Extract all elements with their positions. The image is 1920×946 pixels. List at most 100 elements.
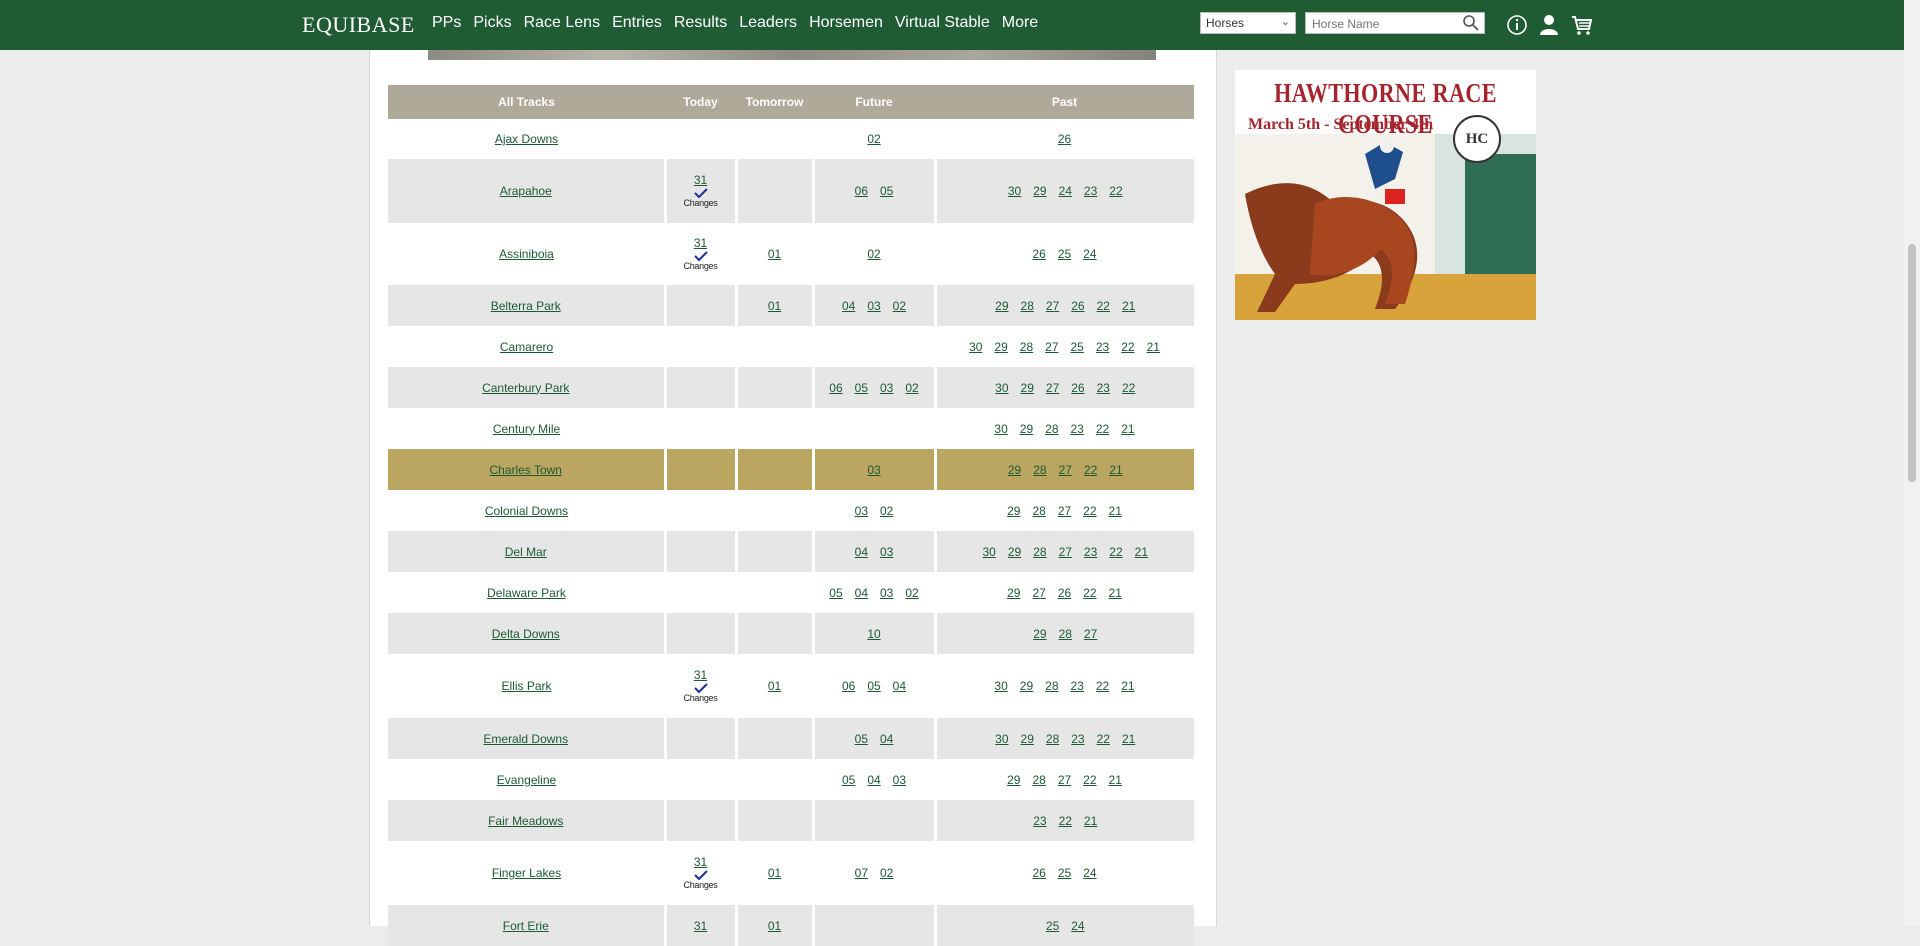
past-date-link[interactable]: 22 [1084,463,1097,477]
past-date-link[interactable]: 30 [994,422,1007,436]
past-date-link[interactable]: 22 [1059,814,1072,828]
past-date-link[interactable]: 27 [1084,627,1097,641]
track-link[interactable]: Fair Meadows [488,814,563,828]
search-icon[interactable] [1462,14,1480,35]
past-date-link[interactable]: 28 [1032,504,1045,518]
future-date-link[interactable]: 03 [867,299,880,313]
future-date-link[interactable]: 04 [855,586,868,600]
today-date-link[interactable]: 31 [694,236,707,250]
future-date-link[interactable]: 04 [893,679,906,693]
changes-label[interactable]: Changes [684,198,718,208]
future-date-link[interactable]: 03 [880,586,893,600]
track-link[interactable]: Delaware Park [487,586,566,600]
track-link[interactable]: Belterra Park [491,299,561,313]
past-date-link[interactable]: 28 [1032,773,1045,787]
hawthorne-ad[interactable]: HAWTHORNE RACE COURSE March 5th - Septem… [1235,70,1536,320]
past-date-link[interactable]: 23 [1071,422,1084,436]
equibase-logo[interactable]: EQUIBASE [302,12,415,38]
past-date-link[interactable]: 29 [1033,184,1046,198]
past-date-link[interactable]: 29 [1007,773,1020,787]
past-date-link[interactable]: 23 [1084,545,1097,559]
future-date-link[interactable]: 02 [880,866,893,880]
past-date-link[interactable]: 22 [1122,381,1135,395]
past-date-link[interactable]: 25 [1058,866,1071,880]
past-date-link[interactable]: 22 [1109,545,1122,559]
past-date-link[interactable]: 29 [1008,545,1021,559]
nav-leaders[interactable]: Leaders [739,14,797,32]
past-date-link[interactable]: 29 [1020,679,1033,693]
past-date-link[interactable]: 27 [1046,381,1059,395]
past-date-link[interactable]: 24 [1083,866,1096,880]
past-date-link[interactable]: 29 [1033,627,1046,641]
past-date-link[interactable]: 28 [1059,627,1072,641]
past-date-link[interactable]: 27 [1059,545,1072,559]
past-date-link[interactable]: 21 [1109,463,1122,477]
scrollbar-thumb[interactable] [1908,244,1916,482]
past-date-link[interactable]: 27 [1032,586,1045,600]
past-date-link[interactable]: 28 [1033,545,1046,559]
future-date-link[interactable]: 02 [893,299,906,313]
future-date-link[interactable]: 06 [829,381,842,395]
past-date-link[interactable]: 30 [1008,184,1021,198]
past-date-link[interactable]: 30 [994,679,1007,693]
nav-results[interactable]: Results [674,14,727,32]
past-date-link[interactable]: 30 [969,340,982,354]
track-link[interactable]: Colonial Downs [485,504,568,518]
past-date-link[interactable]: 23 [1097,381,1110,395]
past-date-link[interactable]: 29 [1007,586,1020,600]
future-date-link[interactable]: 02 [880,504,893,518]
future-date-link[interactable]: 07 [855,866,868,880]
track-link[interactable]: Del Mar [505,545,547,559]
past-date-link[interactable]: 22 [1083,504,1096,518]
future-date-link[interactable]: 02 [867,132,880,146]
past-date-link[interactable]: 23 [1071,732,1084,746]
tomorrow-date-link[interactable]: 01 [768,866,781,880]
tomorrow-date-link[interactable]: 01 [768,299,781,313]
past-date-link[interactable]: 28 [1021,299,1034,313]
changes-label[interactable]: Changes [684,880,718,890]
past-date-link[interactable]: 28 [1045,422,1058,436]
past-date-link[interactable]: 21 [1122,732,1135,746]
past-date-link[interactable]: 26 [1032,247,1045,261]
past-date-link[interactable]: 29 [994,340,1007,354]
past-date-link[interactable]: 27 [1059,463,1072,477]
track-link[interactable]: Canterbury Park [482,381,569,395]
past-date-link[interactable]: 26 [1058,132,1071,146]
changes-label[interactable]: Changes [684,261,718,271]
track-link[interactable]: Arapahoe [500,184,552,198]
past-date-link[interactable]: 29 [1008,463,1021,477]
past-date-link[interactable]: 28 [1020,340,1033,354]
future-date-link[interactable]: 05 [855,732,868,746]
past-date-link[interactable]: 21 [1122,299,1135,313]
past-date-link[interactable]: 30 [982,545,995,559]
future-date-link[interactable]: 05 [829,586,842,600]
past-date-link[interactable]: 25 [1058,247,1071,261]
past-date-link[interactable]: 26 [1071,299,1084,313]
tomorrow-date-link[interactable]: 01 [768,679,781,693]
past-date-link[interactable]: 21 [1109,586,1122,600]
track-link[interactable]: Delta Downs [492,627,560,641]
track-link[interactable]: Century Mile [493,422,560,436]
past-date-link[interactable]: 21 [1121,422,1134,436]
track-link[interactable]: Emerald Downs [483,732,568,746]
past-date-link[interactable]: 21 [1147,340,1160,354]
past-date-link[interactable]: 22 [1121,340,1134,354]
past-date-link[interactable]: 29 [1020,422,1033,436]
past-date-link[interactable]: 22 [1109,184,1122,198]
past-date-link[interactable]: 22 [1096,679,1109,693]
future-date-link[interactable]: 04 [842,299,855,313]
today-date-link[interactable]: 31 [694,855,707,869]
tomorrow-date-link[interactable]: 01 [768,247,781,261]
past-date-link[interactable]: 30 [995,381,1008,395]
account-icon[interactable] [1537,13,1561,37]
past-date-link[interactable]: 21 [1109,504,1122,518]
today-date-link[interactable]: 31 [694,668,707,682]
future-date-link[interactable]: 05 [855,381,868,395]
track-link[interactable]: Camarero [500,340,553,354]
past-date-link[interactable]: 28 [1045,679,1058,693]
past-date-link[interactable]: 29 [1021,381,1034,395]
nav-picks[interactable]: Picks [473,14,511,32]
future-date-link[interactable]: 04 [855,545,868,559]
track-link[interactable]: Assiniboia [499,247,554,261]
track-link[interactable]: Charles Town [490,463,562,477]
